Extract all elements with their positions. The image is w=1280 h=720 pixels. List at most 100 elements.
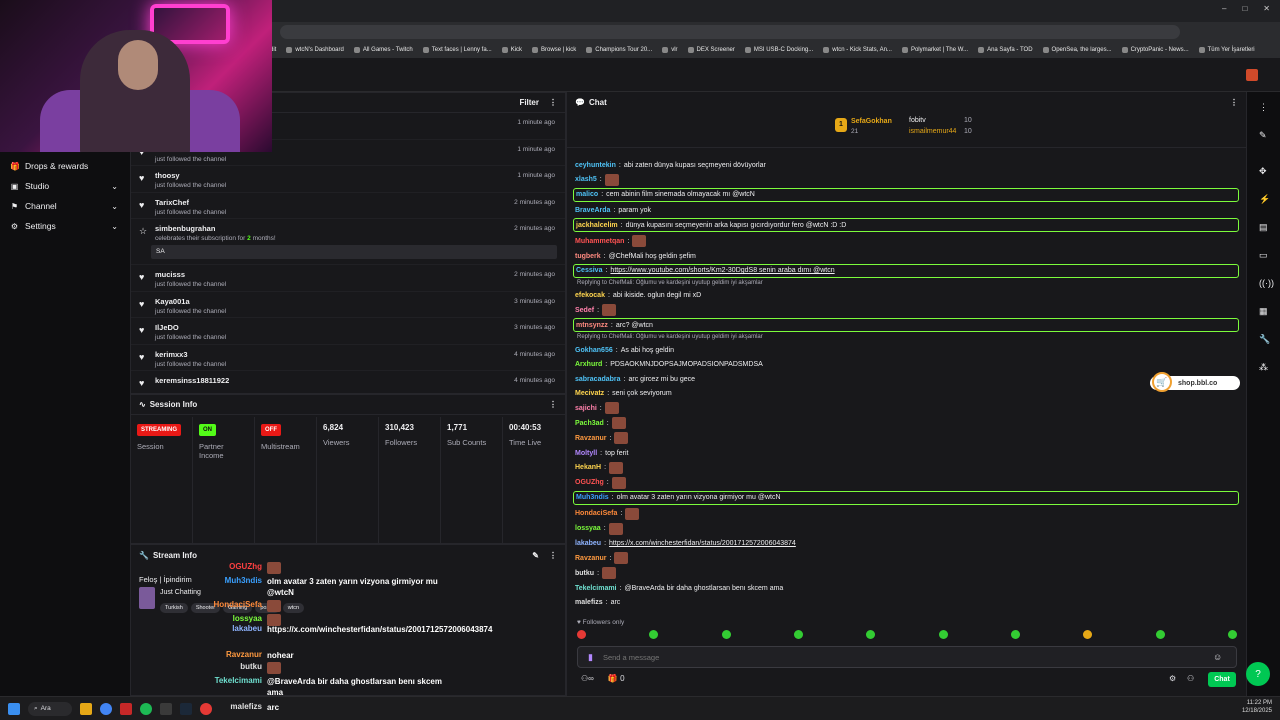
chat-username[interactable]: malefizs [575, 599, 603, 606]
chat-username[interactable]: HondaciSefa [575, 510, 617, 517]
chat-username[interactable]: Tekelcimami [575, 585, 617, 592]
close-icon[interactable]: ✕ [1263, 4, 1270, 13]
chat-username[interactable]: sabracadabra [575, 376, 621, 383]
feed-username[interactable]: Kaya001a [155, 297, 190, 306]
avatar[interactable] [1246, 69, 1258, 81]
chat-username[interactable]: Arxhurd [575, 361, 602, 368]
more-icon[interactable]: ⋮ [1259, 102, 1268, 113]
leader-name[interactable]: SefaGokhan [851, 118, 892, 125]
chat-username[interactable]: Cessiva [576, 267, 602, 274]
bookmark-item[interactable]: Kick [501, 47, 522, 53]
windows-start-icon[interactable] [8, 702, 20, 715]
emote-button[interactable] [1227, 630, 1237, 639]
chat-username[interactable]: Muhammetqan [575, 238, 624, 245]
sidebar-item-drops[interactable]: 🎁 Drops & rewards [0, 156, 130, 176]
feed-username[interactable]: TarixChef [155, 198, 189, 207]
status-badge[interactable]: ON [199, 424, 216, 436]
emote-button[interactable] [1155, 630, 1165, 639]
chrome-icon[interactable] [100, 702, 112, 715]
minimize-icon[interactable]: – [1222, 4, 1226, 13]
edit-icon[interactable]: ✎ [532, 551, 539, 560]
bookmark-item[interactable]: DEX Screener [687, 47, 735, 53]
bookmark-item[interactable]: MSI USB-C Docking... [744, 47, 813, 53]
bookmark-item[interactable]: OpenSea, the larges... [1042, 47, 1112, 53]
url-input[interactable] [280, 25, 1180, 39]
feed-username[interactable]: IlJeDO [155, 323, 179, 332]
third-name[interactable]: ismailmemur44 [909, 128, 956, 135]
send-chat-button[interactable]: Chat [1208, 672, 1236, 687]
emote-button[interactable] [577, 630, 586, 639]
filter-button[interactable]: Filter [519, 98, 539, 107]
emote-button[interactable] [649, 630, 659, 639]
bookmark-item[interactable]: vlr [662, 47, 678, 53]
bookmark-item[interactable]: wtcN's Dashboard [286, 47, 344, 53]
chat-username[interactable]: butku [575, 570, 594, 577]
chat-username[interactable]: tugberk [575, 253, 601, 260]
chat-username[interactable]: Mecivatz [575, 390, 604, 397]
wrench-icon[interactable]: 🔧 [1259, 334, 1270, 345]
bookmark-item[interactable]: Ana Sayfa - TOD [978, 47, 1033, 53]
folder-icon[interactable] [80, 702, 92, 715]
chat-username[interactable]: xlash5 [575, 176, 597, 183]
chat-input[interactable] [602, 652, 1203, 662]
emote-button[interactable] [938, 630, 948, 639]
gift-icon[interactable]: 🎁 0 [608, 674, 625, 683]
mod-tools-icon[interactable]: ⚇ [1187, 674, 1194, 683]
emote-button[interactable] [866, 630, 876, 639]
system-tray-clock[interactable]: 11:22 PM 12/18/2025 [1242, 699, 1272, 715]
chat-username[interactable]: jackhalcelim [576, 222, 618, 229]
emoji-icon[interactable]: ☺ [1213, 652, 1222, 662]
chat-text[interactable]: https://x.com/winchesterfidan/status/200… [609, 540, 796, 547]
bookmark-item[interactable]: Polymarket | The W... [901, 47, 968, 53]
emote-button[interactable] [1083, 630, 1093, 639]
chat-username[interactable]: Muh3ndis [576, 494, 609, 501]
bookmark-item[interactable]: wtcn - Kick Stats, An... [823, 47, 892, 53]
chat-text[interactable]: https://www.youtube.com/shorts/Km2-30Dgd… [610, 267, 834, 274]
bookmark-item[interactable]: Browse | kick [532, 47, 576, 53]
more-icon[interactable]: ⋮ [1230, 98, 1238, 107]
status-badge[interactable]: OFF [261, 424, 281, 436]
points-icon[interactable]: ⚇∞ [581, 674, 594, 683]
feed-username[interactable]: simbenbugrahan [155, 224, 215, 233]
chat-username[interactable]: lossyaa [575, 525, 601, 532]
chat-username[interactable]: Ravzanur [575, 435, 607, 442]
shop-overlay[interactable]: 🛒 shop.bbl.co [1150, 372, 1240, 392]
chat-username[interactable]: lakabeu [575, 540, 601, 547]
chat-username[interactable]: BraveArda [575, 207, 610, 214]
more-icon[interactable]: ⋮ [549, 400, 557, 409]
feed-username[interactable]: kerimxx3 [155, 350, 188, 359]
emote-button[interactable] [721, 630, 731, 639]
more-icon[interactable]: ⋮ [549, 551, 557, 560]
chat-username[interactable]: Gokhan656 [575, 347, 613, 354]
feed-username[interactable]: keremsinss18811922 [155, 376, 229, 385]
chat-username[interactable]: efekocak [575, 292, 605, 299]
bookmark-item[interactable]: CryptoPanic - News... [1121, 47, 1189, 53]
crosshair-icon[interactable]: ✥ [1259, 166, 1267, 177]
chat-username[interactable]: OGUZhg [575, 479, 604, 486]
edit-icon[interactable]: ✎ [1259, 130, 1267, 141]
chat-username[interactable]: mtnsynzz [576, 322, 608, 329]
document-icon[interactable]: ▤ [1259, 222, 1268, 233]
more-icon[interactable]: ⋮ [549, 98, 557, 107]
server-icon[interactable]: ▦ [1259, 306, 1268, 317]
chat-username[interactable]: malico [576, 191, 598, 198]
chat-username[interactable]: sajichi [575, 405, 597, 412]
mic-icon[interactable]: ▮ [588, 652, 593, 663]
chat-username[interactable]: Pach3ad [575, 420, 604, 427]
bookmark-item[interactable]: Text faces | Lenny fa... [422, 47, 492, 53]
help-fab[interactable]: ? [1246, 662, 1270, 686]
feed-username[interactable]: mucisss [155, 270, 185, 279]
chat-username[interactable]: Ravzanur [575, 555, 607, 562]
settings-icon[interactable]: ⚙ [1169, 674, 1176, 683]
app-icon[interactable] [120, 702, 132, 715]
chat-bubble-icon[interactable]: ▭ [1259, 250, 1268, 261]
bookmark-item[interactable]: Champions Tour 20... [586, 47, 652, 53]
nodes-icon[interactable]: ⁂ [1259, 362, 1268, 373]
lightning-icon[interactable]: ⚡ [1259, 194, 1270, 205]
sidebar-item-studio[interactable]: ▣ Studio ⌄ [0, 176, 130, 196]
broadcast-icon[interactable]: ((·)) [1259, 278, 1274, 288]
chat-username[interactable]: Moltyll [575, 450, 597, 457]
chat-username[interactable]: Sedef [575, 307, 594, 314]
bookmark-item[interactable]: All Games - Twitch [353, 47, 413, 53]
feed-username[interactable]: thoosy [155, 171, 180, 180]
